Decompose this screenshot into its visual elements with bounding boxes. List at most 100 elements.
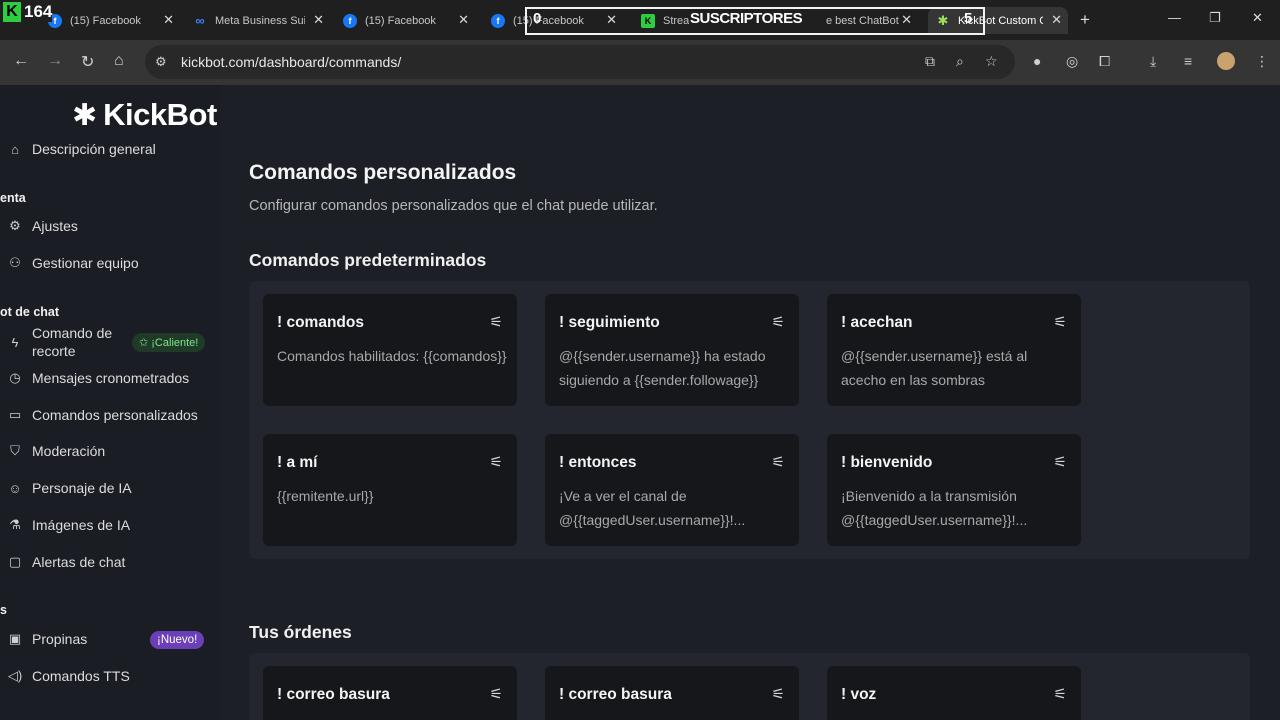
browser-tab[interactable]: f (15) Facebook ✕ xyxy=(40,7,180,34)
close-tab-icon[interactable]: ✕ xyxy=(163,12,174,28)
meta-icon: ∞ xyxy=(195,13,205,28)
minimize-icon[interactable]: — xyxy=(1168,10,1181,25)
new-tab-button[interactable]: + xyxy=(1080,10,1090,30)
restore-icon[interactable]: ❐ xyxy=(1209,10,1221,26)
sidebar-section-s: s xyxy=(0,603,7,617)
command-card[interactable]: ! voz ⚟ xyxy=(827,666,1081,720)
sliders-icon[interactable]: ⚟ xyxy=(1054,453,1067,471)
sidebar-item-label: Imágenes de IA xyxy=(32,517,131,533)
close-tab-icon[interactable]: ✕ xyxy=(458,12,469,28)
tab-title: (15) Facebook xyxy=(365,14,436,27)
sliders-icon[interactable]: ⚟ xyxy=(772,685,785,703)
your-commands-heading: Tus órdenes xyxy=(249,622,352,642)
sidebar-item-ai-images[interactable]: ⚗ Imágenes de IA xyxy=(6,517,130,533)
reload-icon[interactable]: ↻ xyxy=(81,52,94,72)
home-icon: ⌂ xyxy=(11,141,19,157)
sidebar-item-chat-alerts[interactable]: ▢ Alertas de chat xyxy=(6,554,126,570)
command-name: ! voz xyxy=(841,686,877,703)
close-tab-icon[interactable]: ✕ xyxy=(1051,12,1062,28)
sliders-icon[interactable]: ⚟ xyxy=(490,685,503,703)
zoom-icon[interactable]: ⌕ xyxy=(956,53,964,70)
bookmark-star-icon[interactable]: ☆ xyxy=(985,53,998,70)
sidebar-item-label: Alertas de chat xyxy=(32,554,126,570)
command-icon: ▭ xyxy=(8,407,22,422)
sidebar-item-clip-command[interactable]: ϟ Comando de recorte xyxy=(6,324,113,360)
extension-icon[interactable]: ● xyxy=(1033,53,1041,69)
sidebar-item-label: Comandos TTS xyxy=(32,668,130,684)
tab-title: (15) Facebook xyxy=(70,14,141,27)
gear-icon: ⚙ xyxy=(9,218,21,233)
command-name: ! a mí xyxy=(277,454,318,471)
download-icon[interactable]: ⤓ xyxy=(1150,53,1156,70)
forward-icon[interactable]: → xyxy=(47,52,63,70)
command-name: ! bienvenido xyxy=(841,454,933,471)
translate-icon[interactable]: ⧉ xyxy=(925,53,935,70)
command-card[interactable]: ! correo basura ⚟ xyxy=(263,666,517,720)
sidebar-item-tips[interactable]: ▣ Propinas xyxy=(6,631,87,647)
address-bar[interactable]: ⚙ kickbot.com/dashboard/commands/ ⧉ ⌕ ☆ xyxy=(145,45,1015,79)
sliders-icon[interactable]: ⚟ xyxy=(1054,313,1067,331)
extension-icon[interactable]: ◎ xyxy=(1066,53,1078,70)
kick-logo-icon: K xyxy=(3,2,21,22)
flask-icon: ⚗ xyxy=(9,517,21,532)
timer-icon: ◷ xyxy=(9,370,21,385)
default-commands-heading: Comandos predeterminados xyxy=(249,250,487,270)
profile-avatar[interactable] xyxy=(1217,52,1235,70)
command-response: @{{sender.username}} está al acecho en l… xyxy=(841,348,1028,388)
sliders-icon[interactable]: ⚟ xyxy=(1054,685,1067,703)
back-icon[interactable]: ← xyxy=(13,52,29,70)
command-name: ! comandos xyxy=(277,314,364,331)
facebook-icon: f xyxy=(343,13,357,28)
sidebar-item-team[interactable]: ⚇ Gestionar equipo xyxy=(6,255,138,271)
command-response: ¡Ve a ver el canal de @{{taggedUser.user… xyxy=(559,488,746,528)
command-name: ! entonces xyxy=(559,454,637,471)
sidebar-item-ai-character[interactable]: ☺ Personaje de IA xyxy=(6,480,131,496)
command-card[interactable]: ! seguimiento ⚟ @{{sender.username}} ha … xyxy=(545,294,799,406)
sidebar-item-settings[interactable]: ⚙ Ajustes xyxy=(6,218,78,234)
wallet-icon: ▣ xyxy=(8,631,22,646)
command-card[interactable]: ! bienvenido ⚟ ¡Bienvenido a la transmis… xyxy=(827,434,1081,546)
kickbot-logo-icon: ✱ xyxy=(72,98,98,132)
extensions-puzzle-icon[interactable]: ⧠ xyxy=(1099,53,1110,70)
home-icon[interactable]: ⌂ xyxy=(114,52,124,70)
browser-tab[interactable]: ∞ Meta Business Sui ✕ xyxy=(185,7,330,34)
sliders-icon[interactable]: ⚟ xyxy=(772,453,785,471)
sidebar-item-moderation[interactable]: ⛉ Moderación xyxy=(6,443,105,459)
browser-toolbar: ← → ↻ ⌂ ⚙ kickbot.com/dashboard/commands… xyxy=(0,40,1280,85)
kickbot-logo[interactable]: ✱ KickBot xyxy=(72,97,217,133)
sidebar-item-custom-commands[interactable]: ▭ Comandos personalizados xyxy=(6,407,198,423)
sidebar-item-label: Descripción general xyxy=(32,141,156,157)
command-card[interactable]: ! comandos ⚟ Comandos habilitados: {{com… xyxy=(263,294,517,406)
page-title: Comandos personalizados xyxy=(249,161,517,184)
subscriber-label: SUSCRIPTORES xyxy=(690,10,803,27)
site-settings-icon[interactable]: ⚙ xyxy=(155,54,167,70)
sidebar: ✱ KickBot xyxy=(0,85,220,720)
close-window-icon[interactable]: ✕ xyxy=(1252,10,1263,26)
command-card[interactable]: ! a mí ⚟ {{remitente.url}} xyxy=(263,434,517,546)
chat-alert-icon: ▢ xyxy=(8,554,22,569)
subscriber-goal: 5 xyxy=(964,10,973,27)
team-icon: ⚇ xyxy=(9,255,21,270)
subscriber-current: 0 xyxy=(533,10,542,27)
command-name: ! correo basura xyxy=(559,686,672,703)
sidebar-item-overview[interactable]: ⌂ Descripción general xyxy=(6,141,156,157)
sliders-icon[interactable]: ⚟ xyxy=(490,453,503,471)
command-card[interactable]: ! entonces ⚟ ¡Ve a ver el canal de @{{ta… xyxy=(545,434,799,546)
sliders-icon[interactable]: ⚟ xyxy=(490,313,503,331)
command-card[interactable]: ! acechan ⚟ @{{sender.username}} está al… xyxy=(827,294,1081,406)
sidebar-section-chatbot: ot de chat xyxy=(0,305,60,319)
sidebar-item-label: Moderación xyxy=(32,443,106,459)
lightning-icon: ϟ xyxy=(11,334,19,350)
hot-badge: ✩ ¡Caliente! xyxy=(132,333,206,352)
sliders-icon[interactable]: ⚟ xyxy=(772,313,785,331)
your-commands-panel: ! correo basura ⚟ ! correo basura ⚟ ! vo… xyxy=(249,653,1250,720)
sidebar-item-timed-messages[interactable]: ◷ Mensajes cronometrados xyxy=(6,370,189,386)
media-controls-icon[interactable]: ≡ xyxy=(1184,53,1192,69)
speaker-icon: ◁) xyxy=(7,668,23,683)
close-tab-icon[interactable]: ✕ xyxy=(313,12,324,28)
browser-tab[interactable]: f (15) Facebook ✕ xyxy=(335,7,475,34)
sidebar-item-label: Comando de xyxy=(32,325,113,341)
sidebar-item-tts[interactable]: ◁) Comandos TTS xyxy=(6,668,130,684)
command-card[interactable]: ! correo basura ⚟ xyxy=(545,666,799,720)
menu-kebab-icon[interactable]: ⋮ xyxy=(1255,53,1269,70)
